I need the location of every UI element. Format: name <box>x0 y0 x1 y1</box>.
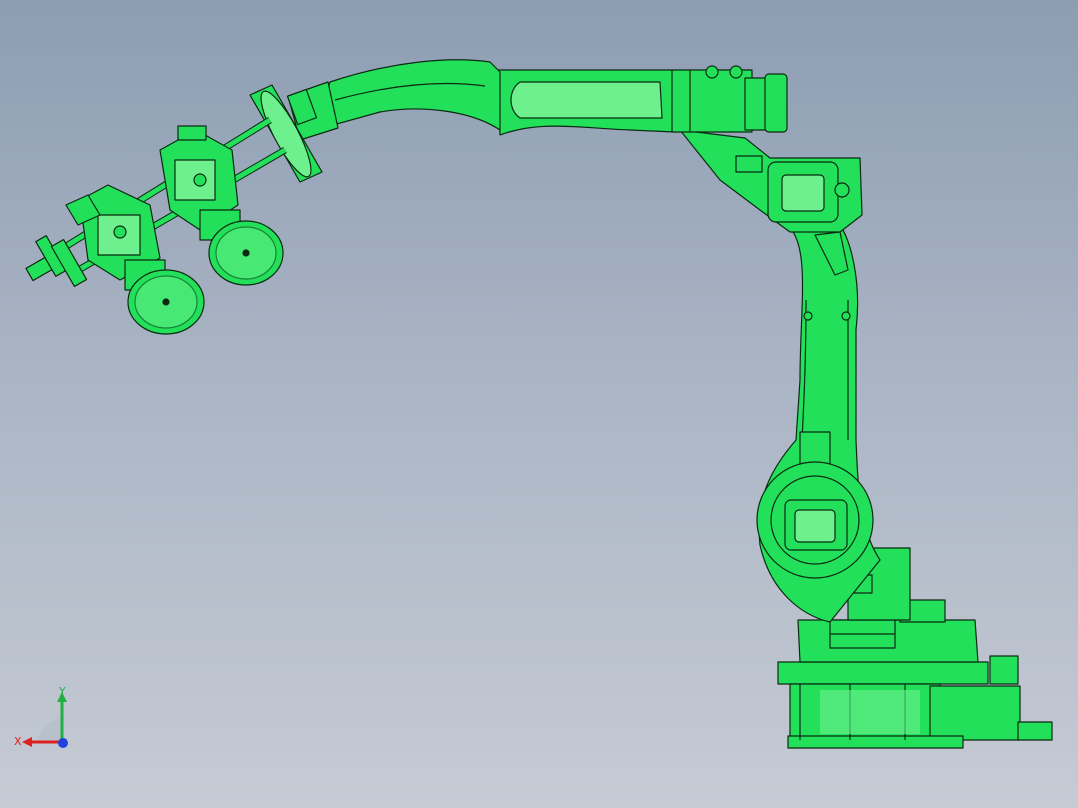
robot-forearm[interactable] <box>314 59 501 131</box>
robot-elbow[interactable] <box>679 129 863 276</box>
cad-viewport[interactable]: Y X <box>0 0 1078 808</box>
y-axis-label: Y <box>58 685 66 698</box>
robot-shoulder-joint[interactable] <box>756 461 874 579</box>
x-axis-label: X <box>14 735 22 748</box>
z-axis-dot <box>58 738 68 748</box>
suction-cup-2[interactable] <box>124 259 205 335</box>
x-axis-arrow <box>22 737 32 747</box>
orientation-triad[interactable]: Y X <box>10 684 80 754</box>
robot-upper-arm[interactable] <box>497 65 788 136</box>
robot-base[interactable] <box>777 655 1053 749</box>
suction-cup-1[interactable] <box>199 209 284 286</box>
triad-plane <box>38 718 62 742</box>
robot-model-view[interactable] <box>0 0 1078 808</box>
